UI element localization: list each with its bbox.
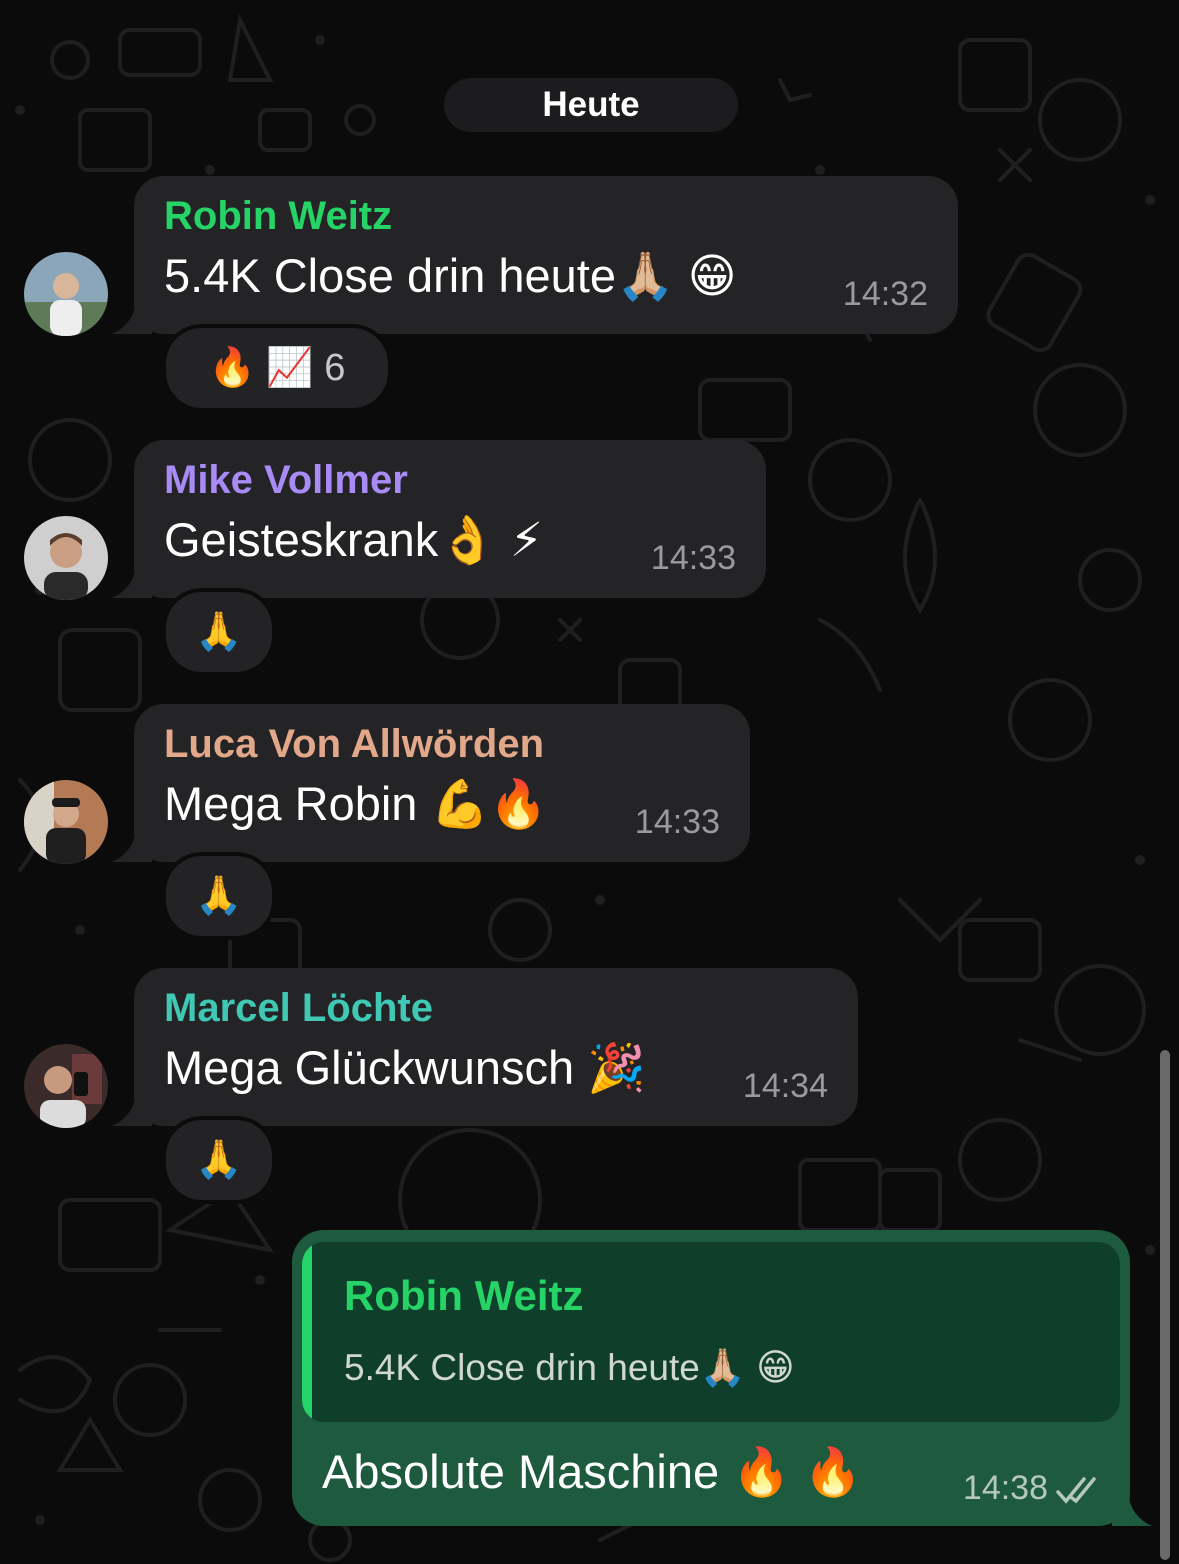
message-text: Mega Robin 💪🔥: [164, 777, 548, 830]
message-text: 5.4K Close drin heute🙏🏼 😁: [164, 249, 737, 302]
sender-name[interactable]: Marcel Löchte: [164, 986, 433, 1031]
message-time: 14:38: [962, 1469, 1048, 1507]
sender-name[interactable]: Mike Vollmer: [164, 458, 408, 503]
double-check-icon: [1056, 1477, 1096, 1504]
message-bubble[interactable]: Robin Weitz 5.4K Close drin heute🙏🏼 😁 14…: [112, 176, 958, 334]
reaction-badge[interactable]: 🙏: [162, 1116, 276, 1204]
message-bubble[interactable]: Marcel Löchte Mega Glückwunsch 🎉 14:34: [112, 968, 858, 1126]
message-time: 14:33: [634, 803, 720, 841]
quoted-message[interactable]: Robin Weitz 5.4K Close drin heute🙏🏼 😁: [302, 1242, 1120, 1422]
avatar[interactable]: [24, 516, 108, 600]
message-text: Absolute Maschine 🔥 🔥: [322, 1445, 863, 1498]
scrollbar[interactable]: [1160, 1050, 1170, 1560]
avatar[interactable]: [24, 252, 108, 336]
message-bubble[interactable]: Luca Von Allwörden Mega Robin 💪🔥 14:33: [112, 704, 750, 862]
quote-text: 5.4K Close drin heute🙏🏼 😁: [344, 1347, 795, 1388]
message-time: 14:32: [842, 275, 928, 313]
reaction-badge[interactable]: 🙏: [162, 852, 276, 940]
reaction-badge[interactable]: 🔥 📈 6: [162, 324, 392, 412]
reactions-text: 🔥 📈 6: [208, 347, 346, 389]
quote-sender: Robin Weitz: [344, 1272, 584, 1319]
avatar[interactable]: [24, 1044, 108, 1128]
outgoing-message-bubble[interactable]: Robin Weitz 5.4K Close drin heute🙏🏼 😁 Ab…: [292, 1230, 1152, 1526]
sender-name[interactable]: Luca Von Allwörden: [164, 722, 544, 767]
reactions-text: 🙏: [195, 611, 243, 653]
message-bubble[interactable]: Mike Vollmer Geisteskrank👌 ⚡ 14:33: [112, 440, 766, 598]
reaction-badge[interactable]: 🙏: [162, 588, 276, 676]
sender-name[interactable]: Robin Weitz: [164, 194, 392, 239]
reactions-text: 🙏: [195, 1139, 243, 1181]
quote-accent-bar: [302, 1242, 312, 1422]
avatar[interactable]: [24, 780, 108, 864]
reactions-text: 🙏: [195, 875, 243, 917]
message-time: 14:33: [650, 539, 736, 577]
message-text: Mega Glückwunsch 🎉: [164, 1041, 646, 1094]
message-time: 14:34: [742, 1067, 828, 1105]
message-text: Geisteskrank👌 ⚡: [164, 513, 543, 566]
date-separator: Heute: [444, 78, 738, 132]
